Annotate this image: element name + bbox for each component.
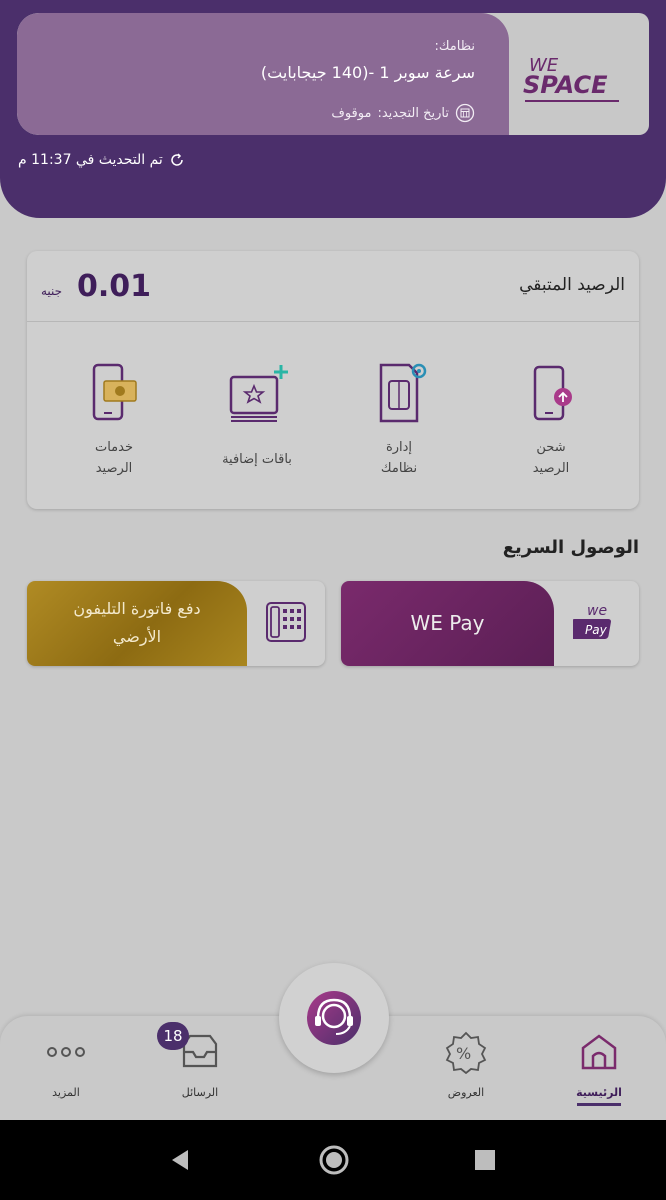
headset-support-icon [307, 991, 361, 1045]
system-nav-bar [0, 1120, 666, 1200]
plan-card[interactable]: نظامك: سرعة سوبر 1 -(140 جيجابايت) تاريخ… [17, 13, 649, 135]
landline-bill-line: دفع فاتورة التليفون [73, 599, 201, 618]
phone-recharge-icon [533, 365, 572, 421]
home-circle-icon[interactable] [318, 1144, 350, 1176]
renewal-label: تاريخ التجديد: [377, 105, 449, 121]
svg-text:%: % [456, 1044, 471, 1063]
last-updated-row[interactable]: تم التحديث في 11:37 م [18, 152, 185, 168]
service-label-line: شحن [536, 440, 566, 455]
service-label-line: خدمات [94, 440, 134, 455]
balance-title: الرصيد المتبقي [519, 275, 625, 295]
calendar-icon [455, 103, 475, 123]
service-extra-bundles[interactable]: باقات إضافية [197, 359, 317, 470]
service-balance-services[interactable]: خدمات الرصيد [54, 359, 174, 479]
service-label-line: نظامك [380, 461, 418, 476]
back-icon[interactable] [168, 1147, 194, 1173]
nav-more[interactable]: المزيد [16, 1030, 116, 1099]
recent-apps-icon[interactable] [474, 1149, 496, 1171]
landline-bill-card[interactable]: دفع فاتورة التليفون الأرضي [27, 581, 325, 666]
landline-bill-line: الأرضي [112, 627, 162, 646]
we-pay-panel: WE Pay [341, 581, 554, 666]
service-extra-bundles-label: باقات إضافية [197, 449, 317, 470]
nav-home-label: الرئيسية [576, 1086, 622, 1099]
sim-settings-icon [379, 363, 427, 423]
landline-phone-icon [266, 602, 306, 642]
divider [27, 321, 639, 322]
plan-name: سرعة سوبر 1 -(140 جيجابايت) [260, 63, 475, 82]
offers-percent-icon: % [445, 1031, 487, 1074]
service-balance-services-label: خدمات الرصيد [54, 437, 174, 479]
plan-label: نظامك: [434, 39, 475, 54]
nav-home[interactable]: الرئيسية [549, 1030, 649, 1106]
svg-text:Pay: Pay [585, 623, 608, 637]
nav-offers-label: العروض [447, 1086, 485, 1099]
balance-services-icon [92, 363, 137, 421]
nav-messages-label: الرسائل [181, 1086, 219, 1099]
nav-active-indicator [577, 1103, 621, 1106]
logo-space-text: SPACE [523, 71, 608, 99]
more-dots-icon [47, 1047, 85, 1057]
we-pay-icon: we Pay [573, 603, 611, 639]
service-label-line: الرصيد [532, 461, 570, 476]
balance-currency: جنيه [41, 284, 63, 298]
refresh-icon[interactable] [169, 152, 185, 168]
quick-access-title: الوصول السريع [502, 537, 639, 558]
service-label-line: إدارة [385, 440, 413, 455]
service-manage-plan[interactable]: إدارة نظامك [339, 359, 459, 479]
service-label-line: باقات إضافية [222, 452, 292, 467]
last-updated-text: تم التحديث في 11:37 م [18, 152, 163, 168]
nav-offers[interactable]: % العروض [416, 1030, 516, 1099]
add-bundle-icon [229, 365, 288, 422]
we-pay-card[interactable]: WE Pay we Pay [341, 581, 639, 666]
landline-bill-panel: دفع فاتورة التليفون الأرضي [27, 581, 247, 666]
renewal-row: تاريخ التجديد: موقوف [331, 103, 475, 123]
service-manage-plan-label: إدارة نظامك [339, 437, 459, 479]
header: نظامك: سرعة سوبر 1 -(140 جيجابايت) تاريخ… [0, 0, 666, 218]
svg-text:we: we [587, 603, 607, 619]
we-pay-label: WE Pay [410, 611, 485, 635]
we-space-logo: WE SPACE [523, 55, 619, 102]
service-recharge-label: شحن الرصيد [491, 437, 611, 479]
landline-bill-label: دفع فاتورة التليفون الأرضي [27, 595, 247, 651]
nav-more-label: المزيد [52, 1086, 80, 1099]
support-button[interactable] [279, 963, 389, 1073]
renewal-value: موقوف [331, 105, 372, 121]
home-icon [581, 1034, 617, 1070]
balance-value: 0.01 [77, 269, 152, 304]
service-recharge[interactable]: شحن الرصيد [491, 359, 611, 479]
service-label-line: الرصيد [95, 461, 133, 476]
messages-badge: 18 [157, 1022, 189, 1050]
balance-card: الرصيد المتبقي 0.01 جنيه شحن الرصيد إدار… [27, 251, 639, 509]
